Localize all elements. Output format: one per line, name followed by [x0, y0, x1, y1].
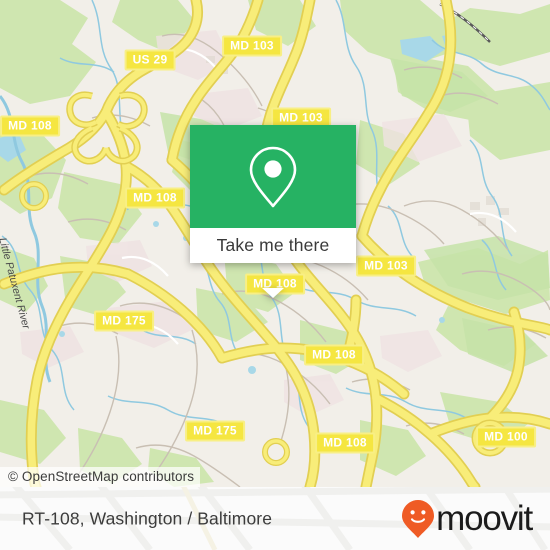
road-shield: MD 175 — [185, 420, 245, 442]
footer-bar: RT-108, Washington / Baltimore moovit — [0, 487, 550, 550]
station-popup-card[interactable]: Take me there — [190, 125, 356, 298]
map-pin-icon — [249, 146, 297, 207]
popup-action-row[interactable]: Take me there — [190, 228, 356, 263]
road-shield: MD 175 — [94, 310, 154, 332]
map-canvas[interactable]: MD 103 US 29 MD 108 MD 103 MD 108 MD 103… — [0, 0, 550, 487]
road-shield: MD 100 — [476, 426, 536, 448]
popup-header — [190, 125, 356, 228]
road-shield: MD 108 — [0, 115, 60, 137]
road-shield: MD 108 — [304, 344, 364, 366]
take-me-there-label: Take me there — [216, 235, 330, 255]
road-shield: MD 103 — [356, 255, 416, 277]
road-shield: MD 103 — [222, 35, 282, 57]
moovit-logo[interactable]: moovit — [401, 499, 533, 539]
road-shield: US 29 — [124, 49, 176, 71]
page-title: RT-108, Washington / Baltimore — [22, 508, 273, 528]
road-shield: MD 108 — [125, 187, 185, 209]
popup-pointer-tail — [262, 288, 284, 298]
moovit-station-map-page: MD 103 US 29 MD 108 MD 103 MD 108 MD 103… — [0, 0, 550, 550]
osm-attribution[interactable]: © OpenStreetMap contributors — [0, 467, 201, 487]
road-shield: MD 108 — [315, 432, 375, 454]
moovit-wordmark: moovit — [436, 499, 533, 538]
moovit-smiley-pin-icon — [402, 499, 435, 538]
